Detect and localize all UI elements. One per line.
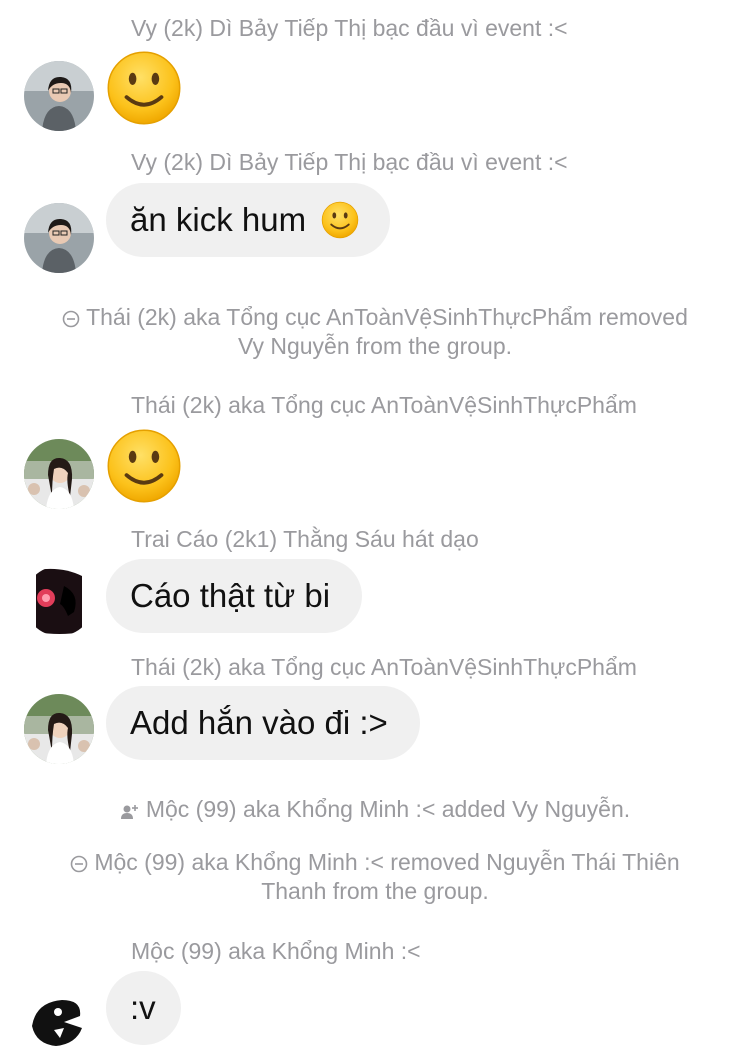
sender-name: Mộc (99) aka Khổng Minh :< xyxy=(131,938,421,964)
message-text: Add hắn vào đi :> xyxy=(130,704,388,741)
avatar-vy[interactable] xyxy=(24,61,94,131)
smiley-emoji-icon[interactable] xyxy=(106,428,182,504)
sender-name: Thái (2k) aka Tổng cục AnToànVệSinhThựcP… xyxy=(131,654,637,680)
sender-name: Vy (2k) Dì Bảy Tiếp Thị bạc đầu vì event… xyxy=(131,15,568,41)
remove-circle-icon xyxy=(71,855,88,873)
message-bubble[interactable]: Add hắn vào đi :> xyxy=(106,686,420,760)
smiley-emoji-icon[interactable] xyxy=(106,50,182,126)
message-bubble[interactable]: Cáo thật từ bi xyxy=(106,559,362,633)
system-text-line2: Thanh from the group. xyxy=(261,878,489,904)
avatar-cao[interactable] xyxy=(24,566,94,636)
smiley-emoji-icon xyxy=(321,201,359,239)
avatar-vy[interactable] xyxy=(24,203,94,273)
system-text-line1: Thái (2k) aka Tổng cục AnToànVệSinhThựcP… xyxy=(86,304,688,330)
avatar-moc[interactable] xyxy=(24,982,94,1052)
system-text: Mộc (99) aka Khổng Minh :< added Vy Nguy… xyxy=(145,796,631,822)
message-bubble[interactable]: ăn kick hum xyxy=(106,183,390,257)
sender-name: Vy (2k) Dì Bảy Tiếp Thị bạc đầu vì event… xyxy=(131,149,568,175)
system-text-line2: Vy Nguyễn from the group. xyxy=(237,333,512,359)
avatar-thai[interactable] xyxy=(24,694,94,764)
add-person-icon xyxy=(120,804,138,819)
system-notice-added: Mộc (99) aka Khổng Minh :< added Vy Nguy… xyxy=(0,795,750,824)
message-text: ăn kick hum xyxy=(130,201,307,238)
message-text: :v xyxy=(130,989,156,1026)
message-bubble[interactable]: :v xyxy=(106,971,181,1045)
system-notice-removed: Thái (2k) aka Tổng cục AnToànVệSinhThựcP… xyxy=(0,303,750,361)
avatar-thai[interactable] xyxy=(24,439,94,509)
sender-name: Trai Cáo (2k1) Thằng Sáu hát dạo xyxy=(131,526,479,552)
sender-name: Thái (2k) aka Tổng cục AnToànVệSinhThựcP… xyxy=(131,392,637,418)
system-text-line1: Mộc (99) aka Khổng Minh :< removed Nguyễ… xyxy=(94,849,680,875)
message-text: Cáo thật từ bi xyxy=(130,577,331,614)
remove-circle-icon xyxy=(62,310,80,328)
system-notice-removed: Mộc (99) aka Khổng Minh :< removed Nguyễ… xyxy=(0,848,750,906)
